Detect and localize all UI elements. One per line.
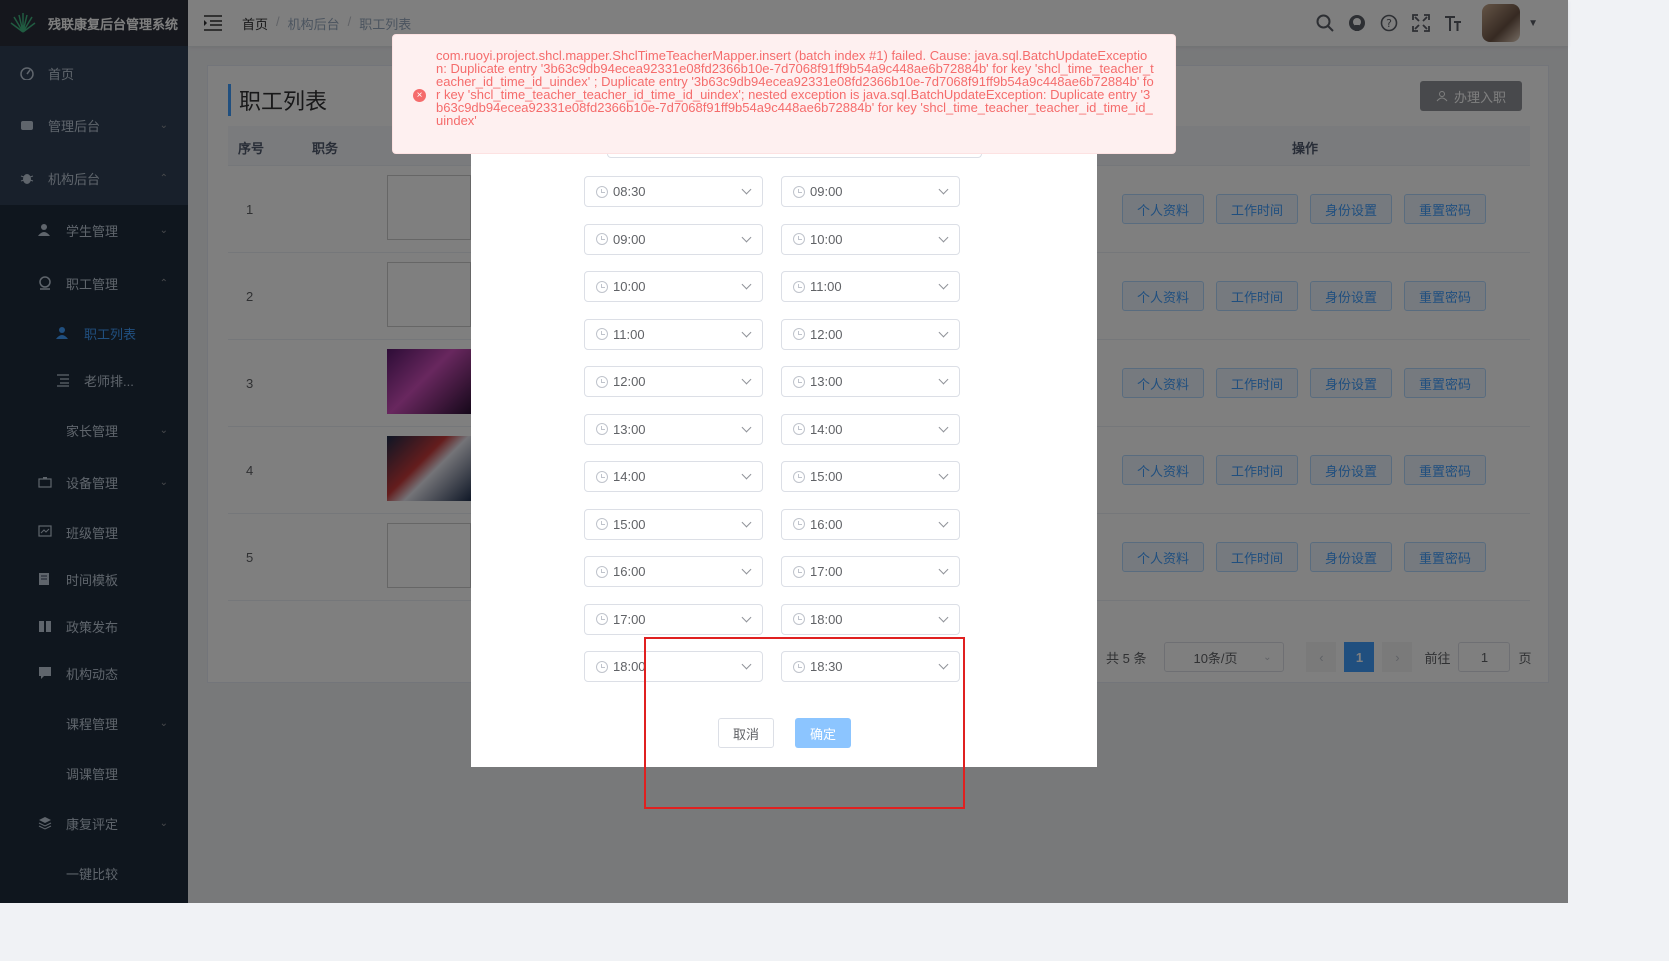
start-time-picker[interactable]: 11:00 bbox=[584, 318, 763, 350]
time-value: 16:00 bbox=[613, 564, 646, 579]
clock-icon bbox=[596, 185, 608, 198]
chevron-down-icon bbox=[938, 327, 949, 337]
time-value: 18:00 bbox=[613, 659, 646, 674]
time-value: 13:00 bbox=[810, 374, 843, 389]
start-time-picker[interactable]: 17:00 bbox=[584, 603, 763, 635]
clock-icon bbox=[596, 233, 608, 245]
chevron-down-icon bbox=[741, 184, 752, 195]
clock-icon bbox=[596, 565, 608, 578]
chevron-down-icon bbox=[938, 469, 949, 480]
clock-icon bbox=[596, 470, 608, 483]
start-time-picker[interactable]: 12:00 bbox=[584, 366, 763, 397]
chevron-down-icon bbox=[938, 612, 949, 622]
highlight-box bbox=[644, 637, 965, 809]
time-value: 16:00 bbox=[810, 516, 843, 532]
chevron-down-icon bbox=[741, 564, 752, 575]
clock-icon bbox=[596, 375, 608, 388]
start-time-picker[interactable]: 08:30 bbox=[584, 176, 763, 207]
close-circle-icon: × bbox=[413, 89, 426, 102]
end-time-picker[interactable]: 17:00 bbox=[781, 556, 960, 587]
chevron-down-icon bbox=[741, 327, 752, 337]
time-value: 17:00 bbox=[613, 611, 646, 627]
time-value: 11:00 bbox=[810, 279, 842, 294]
error-message: × com.ruoyi.project.shcl.mapper.ShclTime… bbox=[392, 34, 1176, 154]
clock-icon bbox=[596, 423, 608, 435]
time-value: 15:00 bbox=[810, 469, 843, 484]
chevron-down-icon bbox=[938, 232, 949, 242]
clock-icon bbox=[596, 280, 608, 293]
time-value: 09:00 bbox=[613, 231, 646, 247]
chevron-down-icon bbox=[741, 422, 752, 432]
end-time-picker[interactable]: 09:00 bbox=[781, 176, 960, 207]
end-time-picker[interactable]: 12:00 bbox=[781, 318, 960, 350]
time-value: 10:00 bbox=[810, 231, 843, 247]
end-time-picker[interactable]: 11:00 bbox=[781, 271, 960, 302]
chevron-down-icon bbox=[741, 612, 752, 622]
time-value: 15:00 bbox=[613, 516, 646, 532]
end-time-picker[interactable]: 10:00 bbox=[781, 223, 960, 255]
end-time-picker[interactable]: 16:00 bbox=[781, 508, 960, 540]
start-time-picker[interactable]: 14:00 bbox=[584, 461, 763, 492]
clock-icon bbox=[793, 328, 805, 340]
time-value: 12:00 bbox=[613, 374, 646, 389]
start-time-picker[interactable]: 10:00 bbox=[584, 271, 763, 302]
start-time-picker[interactable]: 15:00 bbox=[584, 508, 763, 540]
clock-icon bbox=[793, 280, 805, 293]
time-value: 10:00 bbox=[613, 279, 646, 294]
time-value: 12:00 bbox=[810, 326, 843, 342]
time-value: 09:00 bbox=[810, 184, 843, 199]
chevron-down-icon bbox=[741, 517, 752, 527]
error-text: com.ruoyi.project.shcl.mapper.ShclTimeTe… bbox=[436, 48, 1154, 128]
end-time-picker[interactable]: 14:00 bbox=[781, 413, 960, 445]
time-value: 14:00 bbox=[613, 469, 646, 484]
chevron-down-icon bbox=[741, 279, 752, 290]
clock-icon bbox=[793, 375, 805, 388]
chevron-down-icon bbox=[741, 469, 752, 480]
clock-icon bbox=[793, 423, 805, 435]
clock-icon bbox=[793, 470, 805, 483]
time-value: 13:00 bbox=[613, 421, 646, 437]
chevron-down-icon bbox=[741, 232, 752, 242]
chevron-down-icon bbox=[938, 517, 949, 527]
time-value: 17:00 bbox=[810, 564, 843, 579]
chevron-down-icon bbox=[938, 279, 949, 290]
end-time-picker[interactable]: 15:00 bbox=[781, 461, 960, 492]
clock-icon bbox=[596, 328, 608, 340]
time-value: 11:00 bbox=[613, 326, 645, 342]
clock-icon bbox=[793, 185, 805, 198]
start-time-picker[interactable]: 16:00 bbox=[584, 556, 763, 587]
start-time-picker[interactable]: 13:00 bbox=[584, 413, 763, 445]
chevron-down-icon bbox=[938, 422, 949, 432]
clock-icon bbox=[596, 613, 608, 625]
chevron-down-icon bbox=[741, 374, 752, 385]
clock-icon bbox=[793, 233, 805, 245]
clock-icon bbox=[596, 660, 608, 673]
clock-icon bbox=[793, 518, 805, 530]
chevron-down-icon bbox=[938, 184, 949, 195]
clock-icon bbox=[793, 565, 805, 578]
time-value: 14:00 bbox=[810, 421, 843, 437]
start-time-picker[interactable]: 09:00 bbox=[584, 223, 763, 255]
time-value: 18:00 bbox=[810, 611, 843, 627]
clock-icon bbox=[596, 518, 608, 530]
end-time-picker[interactable]: 13:00 bbox=[781, 366, 960, 397]
chevron-down-icon bbox=[938, 374, 949, 385]
end-time-picker[interactable]: 18:00 bbox=[781, 603, 960, 635]
clock-icon bbox=[793, 613, 805, 625]
time-value: 08:30 bbox=[613, 184, 646, 199]
chevron-down-icon bbox=[938, 564, 949, 575]
